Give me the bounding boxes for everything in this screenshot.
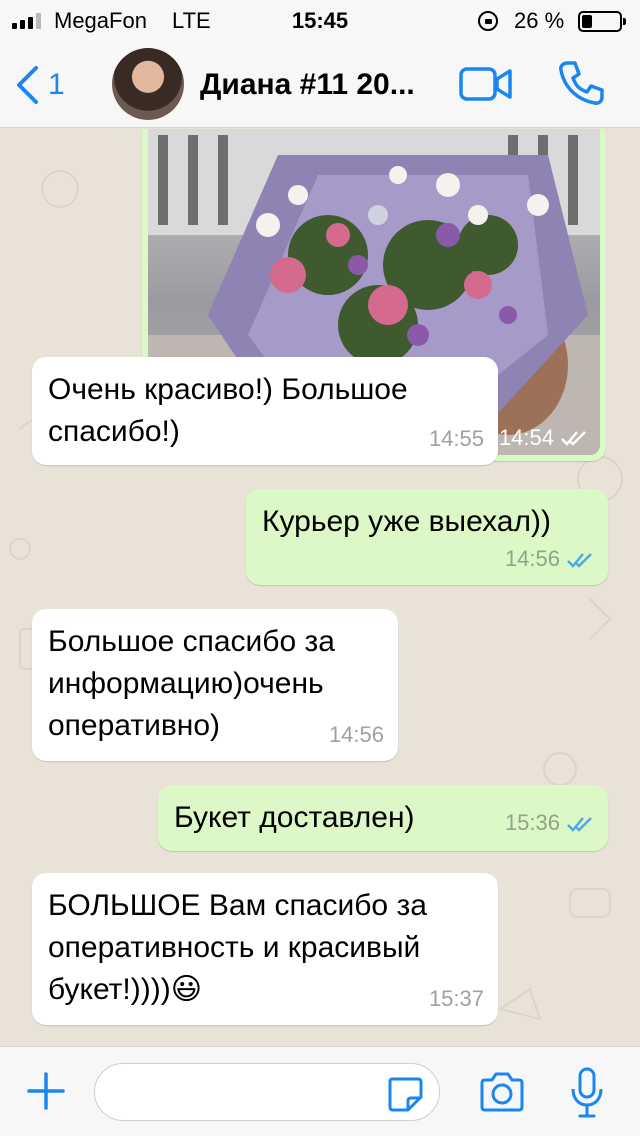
unread-count: 1	[48, 68, 65, 101]
phone-call-icon[interactable]	[556, 58, 606, 108]
read-ticks-icon	[567, 816, 592, 832]
avatar[interactable]	[112, 48, 184, 120]
message-text: Букет доставлен)	[174, 801, 415, 834]
message-time: 14:56	[505, 544, 594, 575]
message-time: 15:37	[428, 986, 484, 1012]
message-text: Очень красиво!) Большое спасибо!)	[48, 373, 408, 448]
read-ticks-icon	[561, 431, 586, 446]
plus-icon[interactable]	[26, 1071, 66, 1111]
camera-icon[interactable]	[478, 1071, 526, 1113]
message-time: 14:56	[328, 722, 384, 748]
battery-icon	[578, 11, 626, 32]
outgoing-message[interactable]: Букет доставлен) 15:36	[158, 785, 608, 851]
incoming-message[interactable]: Очень красиво!) Большое спасибо!) 14:55	[32, 357, 498, 465]
back-button[interactable]: 1	[14, 60, 84, 110]
read-ticks-icon	[567, 552, 592, 568]
sticker-icon[interactable]	[386, 1075, 424, 1113]
message-text: Большое спасибо за информацию)очень опер…	[48, 625, 335, 742]
back-chevron-icon	[17, 66, 38, 104]
smiley-emoji: 😃	[170, 973, 202, 1006]
contact-name[interactable]: Диана #11 20...	[200, 68, 440, 102]
rotation-lock-icon	[478, 11, 498, 31]
video-call-icon[interactable]	[458, 64, 514, 104]
message-time: 15:36	[505, 808, 594, 839]
incoming-message[interactable]: БОЛЬШОЕ Вам спасибо за оперативность и к…	[32, 873, 498, 1025]
microphone-icon[interactable]	[570, 1067, 604, 1119]
battery-percent: 26 %	[514, 8, 565, 33]
message-text: БОЛЬШОЕ Вам спасибо за оперативность и к…	[48, 889, 427, 1006]
input-bar	[0, 1046, 640, 1136]
message-time: 14:55	[428, 426, 484, 452]
incoming-message[interactable]: Большое спасибо за информацию)очень опер…	[32, 609, 398, 761]
photo-time: 14:54	[499, 425, 588, 451]
outgoing-message[interactable]: Курьер уже выехал)) 14:56	[246, 489, 608, 585]
chat-header: 1 Диана #11 20...	[0, 42, 640, 128]
status-bar: MegaFon LTE 15:45 26 %	[0, 0, 640, 42]
chat-area[interactable]: 14:54 Очень красиво!) Большое спасибо!) …	[0, 129, 640, 1046]
